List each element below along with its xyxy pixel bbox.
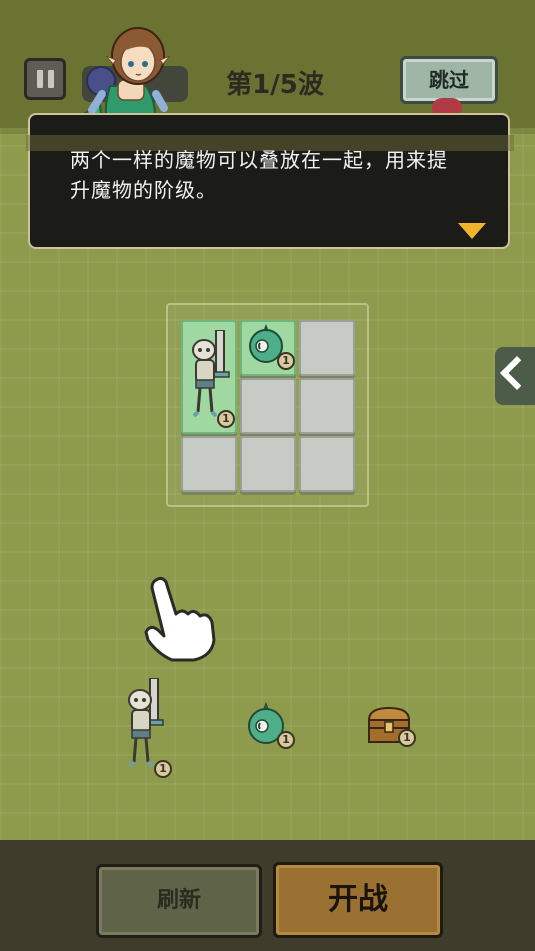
level-badge: 1 — [277, 731, 295, 749]
board-unit-skeleton-icon[interactable] — [186, 330, 234, 422]
bottom-bar — [0, 840, 535, 951]
dialog-text: 两个一样的魔物可以叠放在一起，用来提升魔物的阶级。 — [70, 148, 448, 202]
level-badge: 1 — [277, 352, 295, 370]
tutorial-dialog[interactable]: 两个一样的魔物可以叠放在一起，用来提升魔物的阶级。 — [26, 113, 514, 249]
refresh-button[interactable]: 刷新 — [96, 864, 262, 938]
board-cell[interactable] — [240, 436, 296, 492]
chevron-left-icon — [500, 356, 534, 390]
level-badge: 1 — [154, 760, 172, 778]
hand-unit-skeleton-icon[interactable] — [124, 678, 172, 770]
pointer-hand-icon — [144, 576, 216, 662]
side-panel-toggle[interactable] — [495, 347, 535, 405]
board-cell[interactable] — [299, 436, 355, 492]
wave-counter: 第1/5波 — [226, 70, 324, 100]
board-cell[interactable] — [299, 378, 355, 434]
board-cell[interactable] — [240, 378, 296, 434]
board-cell[interactable] — [299, 320, 355, 376]
board-cell[interactable] — [181, 436, 237, 492]
skip-button[interactable]: 跳过 — [400, 56, 498, 104]
start-battle-button[interactable]: 开战 — [273, 862, 443, 938]
level-badge: 1 — [398, 729, 416, 747]
dialog-next-icon[interactable] — [458, 223, 486, 239]
level-badge: 1 — [217, 410, 235, 428]
